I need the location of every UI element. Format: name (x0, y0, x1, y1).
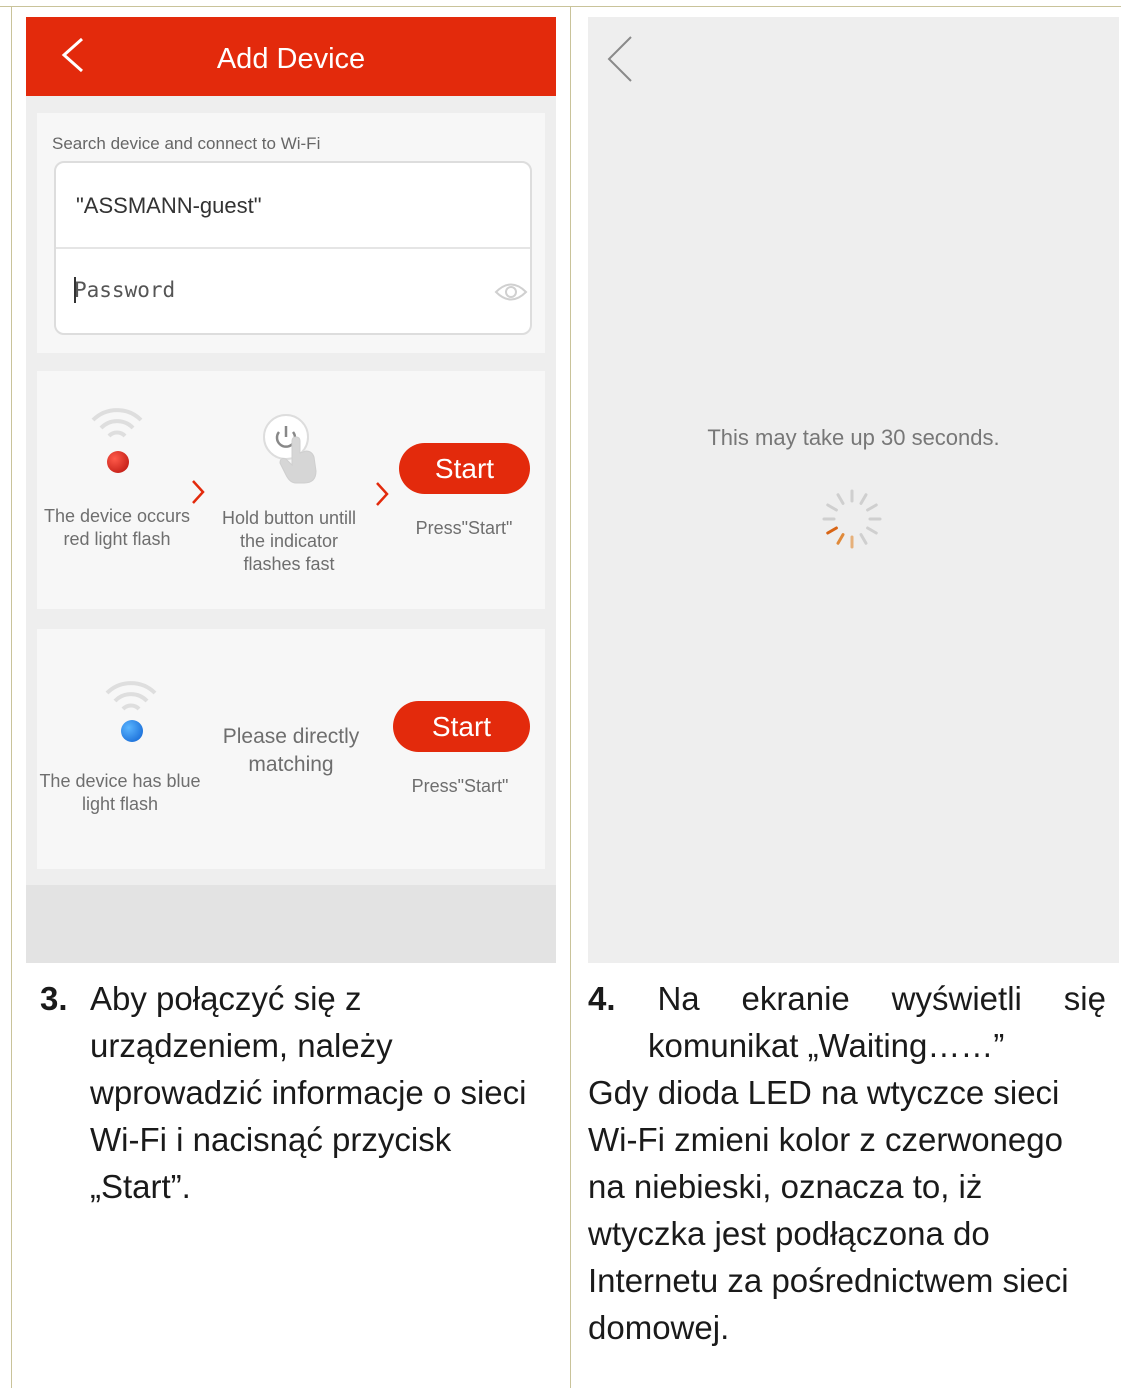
blue-led-dot (121, 720, 143, 742)
waiting-message: This may take up 30 seconds. (707, 425, 1000, 450)
ssid-value: "ASSMANN-guest" (76, 193, 262, 218)
page-title: Add Device (216, 43, 366, 75)
bottom-band (26, 885, 556, 963)
step-number: 4. (588, 980, 616, 1017)
start-button[interactable]: Start (393, 701, 530, 752)
password-placeholder: Password (74, 278, 176, 302)
step-word: się (1063, 980, 1106, 1017)
wifi-signal-icon (91, 408, 143, 438)
loading-spinner-icon (822, 489, 882, 549)
step-4-second-line: komunikat „Waiting……” (648, 1027, 1005, 1064)
frame-left-line (11, 6, 12, 1388)
waiting-screen: This may take up 30 seconds. (588, 17, 1119, 963)
chevron-right-icon (376, 482, 389, 506)
step-number: 3. (40, 980, 68, 1017)
wifi-form-card: Search device and connect to Wi-Fi "ASSM… (37, 113, 545, 353)
blue-light-step-card: The device has blue light flash Please d… (37, 629, 545, 869)
wifi-hint: Search device and connect to Wi-Fi (52, 134, 321, 153)
instruction-step-4: 4. Na ekranie wyświetli się komunikat „W… (588, 975, 1118, 1351)
press-start-text: Press"Start" (411, 776, 509, 796)
direct-matching-caption: Please directly matching (222, 725, 360, 776)
step-4-paragraph: Gdy dioda LED na wtyczce sieci Wi-Fi zmi… (588, 1074, 1069, 1346)
start-button[interactable]: Start (399, 443, 530, 494)
wifi-input-group: "ASSMANN-guest" Password (54, 161, 532, 335)
frame-middle-line (570, 6, 571, 1388)
step-4-first-line: 4. Na ekranie wyświetli się (588, 975, 1106, 1022)
red-led-caption: The device occurs red light flash (43, 506, 191, 549)
frame-top-line (0, 6, 1121, 7)
red-light-step-card: The device occurs red light flash Hold b… (37, 371, 545, 609)
red-led-dot (107, 451, 129, 473)
blue-led-caption: The device has blue light flash (39, 771, 201, 814)
step-word: ekranie (741, 980, 850, 1017)
password-field[interactable]: Password (56, 249, 530, 333)
wifi-signal-icon (105, 681, 157, 711)
hold-button-caption: Hold button untill the indicator flashes… (221, 508, 357, 574)
eye-icon[interactable] (494, 281, 528, 303)
step-word: wyświetli (891, 980, 1022, 1017)
power-button-hand-icon (263, 414, 317, 484)
chevron-right-icon (192, 480, 205, 504)
back-chevron-icon[interactable] (606, 35, 634, 83)
press-start-text: Press"Start" (415, 518, 513, 538)
ssid-field[interactable]: "ASSMANN-guest" (56, 163, 530, 249)
step-word: Na (657, 980, 700, 1017)
step-text: Aby połączyć się z urządzeniem, należy w… (90, 980, 527, 1205)
add-device-screen: Add Device Search device and connect to … (26, 17, 556, 963)
app-header: Add Device (26, 17, 556, 96)
